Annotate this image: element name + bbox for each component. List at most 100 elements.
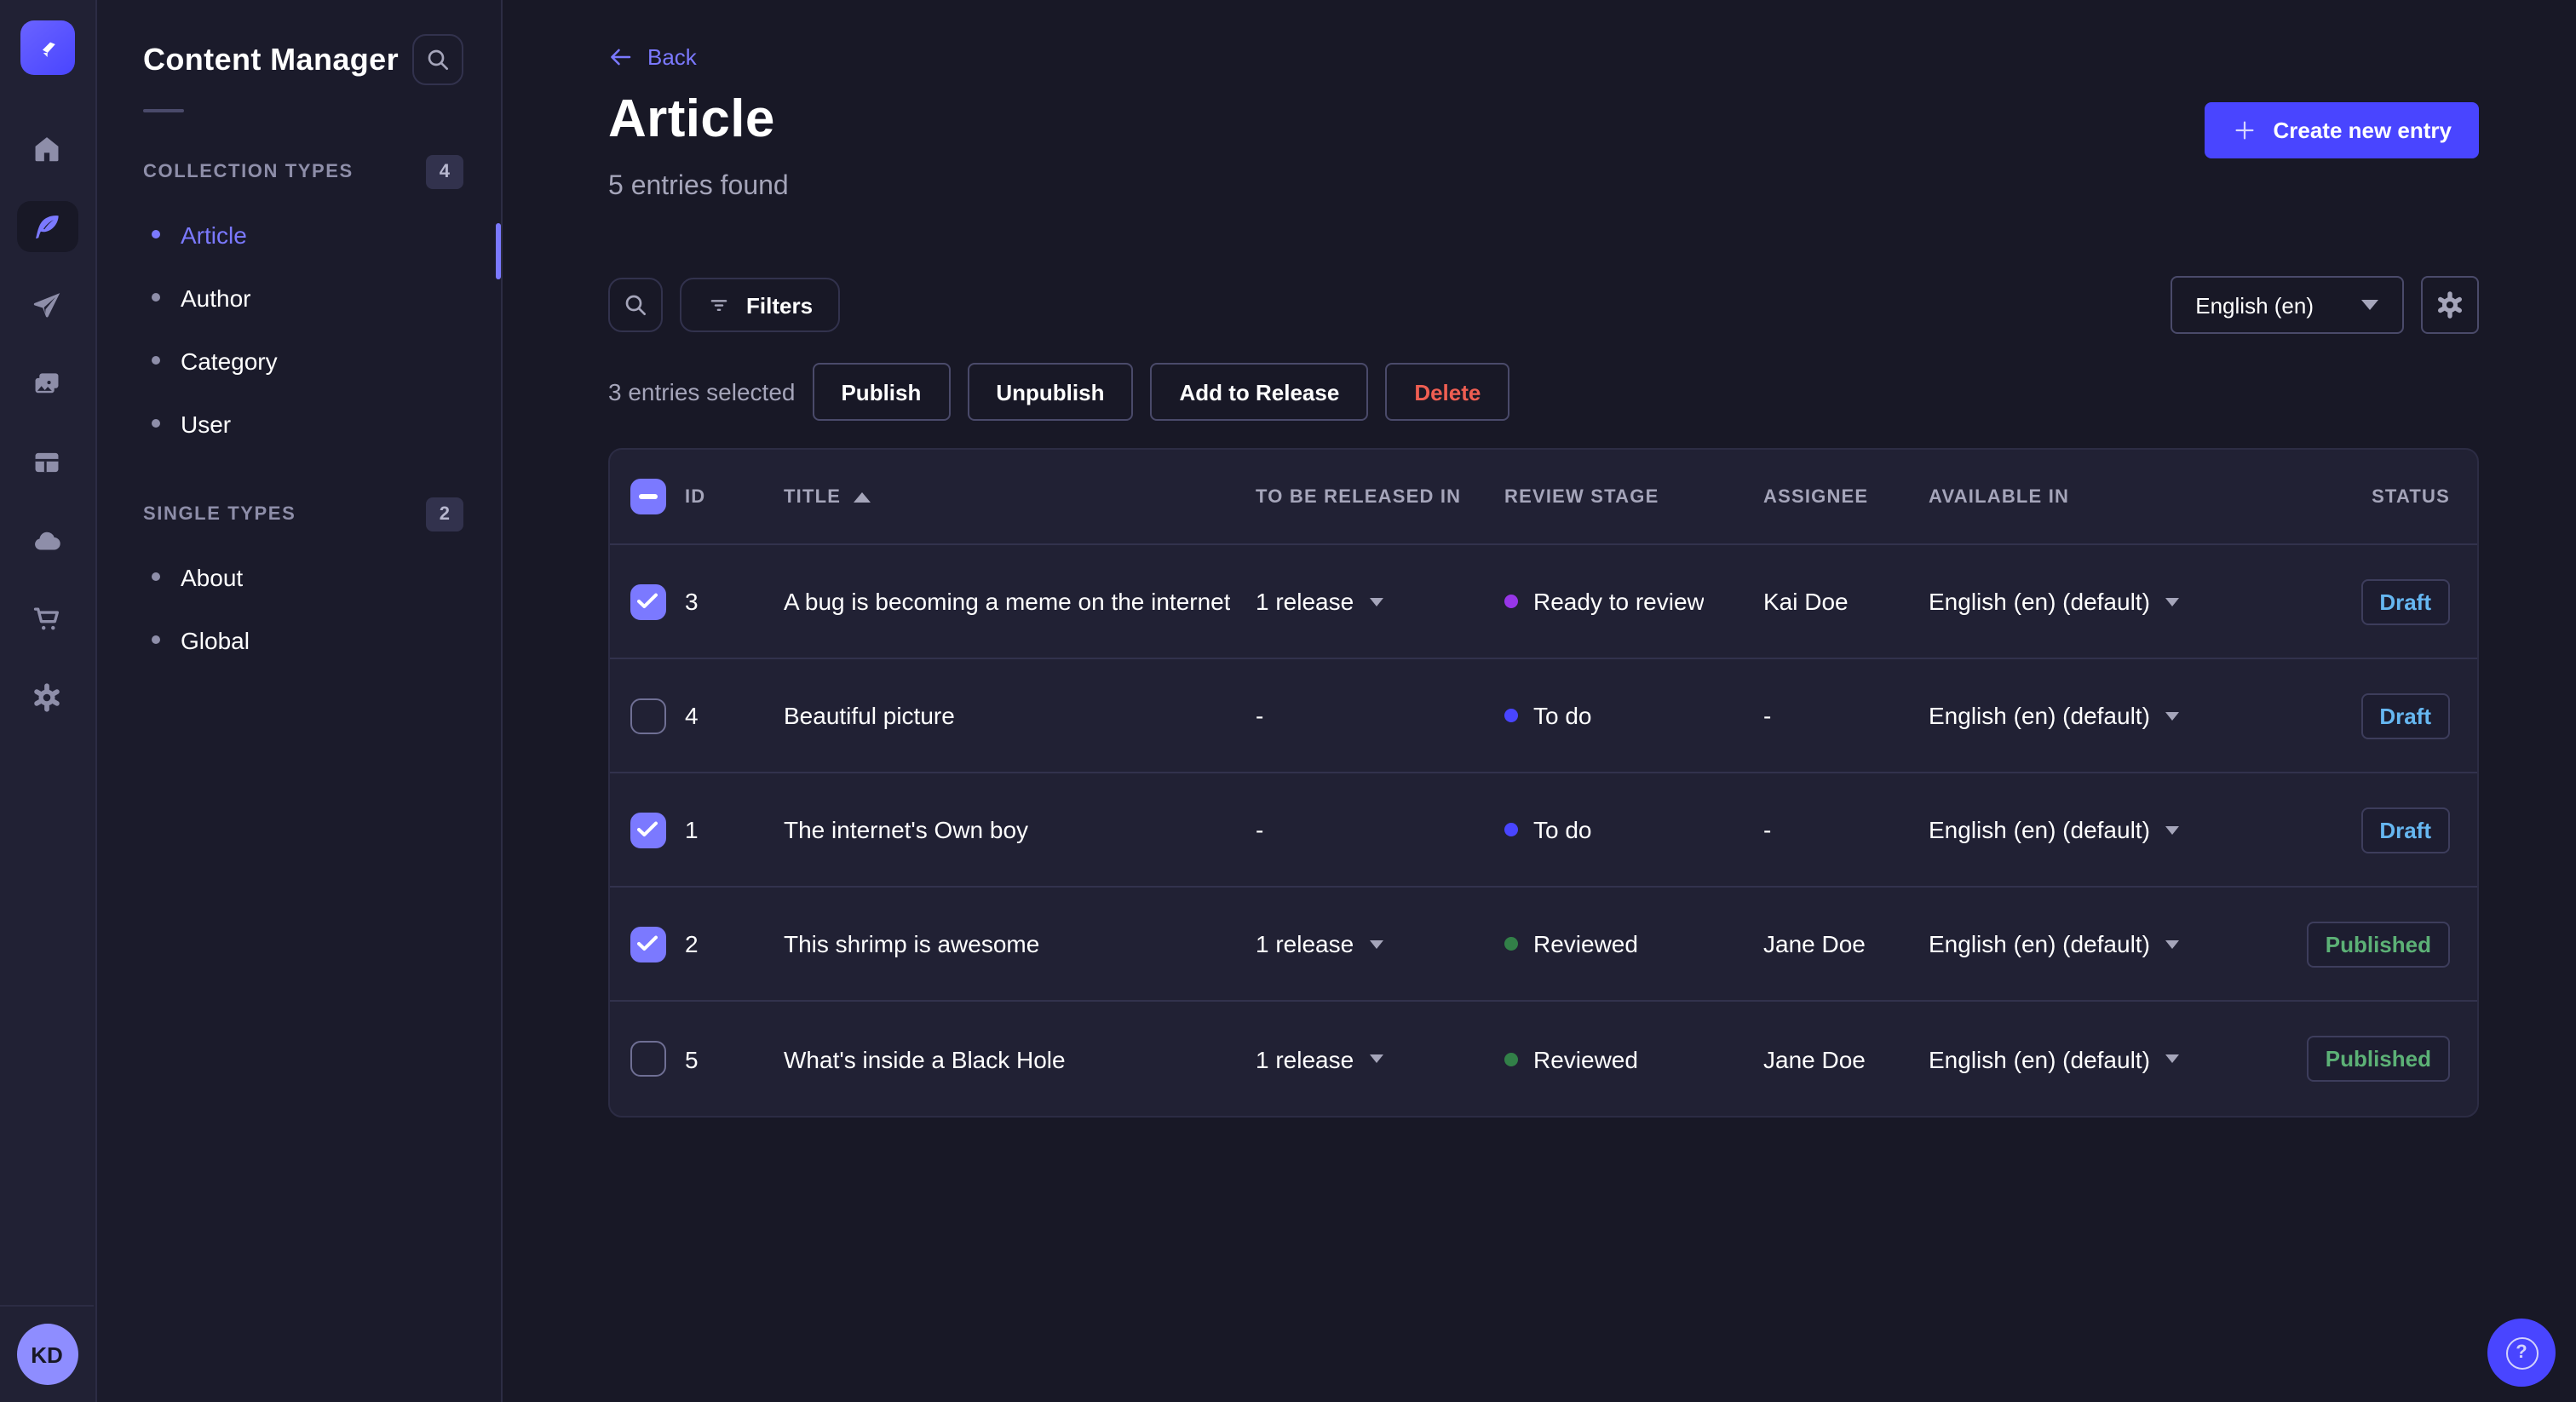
cell-id: 2 xyxy=(685,930,699,957)
content-type-builder-icon[interactable] xyxy=(16,436,78,487)
available-in-value: English (en) (default) xyxy=(1929,1045,2150,1072)
check-icon xyxy=(637,593,658,608)
release-value: 1 release xyxy=(1256,930,1354,957)
content-manager-icon[interactable] xyxy=(16,201,78,252)
cell-released-in[interactable]: - xyxy=(1256,816,1504,843)
sidebar-item-user[interactable]: User xyxy=(143,392,501,455)
column-header-id[interactable]: ID xyxy=(685,486,705,507)
search-icon xyxy=(625,295,646,315)
row-checkbox[interactable] xyxy=(630,583,665,619)
marketplace-icon[interactable] xyxy=(16,593,78,644)
chevron-down-icon xyxy=(1369,597,1383,606)
sidebar-item-about[interactable]: About xyxy=(143,545,501,608)
column-header-title[interactable]: TITLE xyxy=(784,486,841,507)
section-count-badge: 2 xyxy=(425,497,463,531)
strapi-logo[interactable] xyxy=(20,20,75,75)
cell-available-in[interactable]: English (en) (default) xyxy=(1929,702,2314,729)
cell-released-in[interactable]: - xyxy=(1256,702,1504,729)
stage-dot-icon xyxy=(1504,595,1518,608)
cell-released-in[interactable]: 1 release xyxy=(1256,588,1504,615)
cell-released-in[interactable]: 1 release xyxy=(1256,1045,1504,1072)
chevron-down-icon xyxy=(2165,1054,2179,1063)
section-label: SINGLE TYPES xyxy=(143,504,296,525)
sidebar-item-label: About xyxy=(181,563,244,590)
cell-review-stage: To do xyxy=(1504,816,1763,843)
status-badge: Draft xyxy=(2360,807,2450,853)
sidebar-search-button[interactable] xyxy=(412,34,463,85)
cell-assignee: - xyxy=(1763,702,1772,729)
check-icon xyxy=(637,935,658,951)
settings-icon[interactable] xyxy=(16,671,78,722)
stage-dot-icon xyxy=(1504,709,1518,722)
question-mark-icon: ? xyxy=(2505,1336,2538,1369)
content-manager-sidebar: Content Manager COLLECTION TYPES 4 Artic… xyxy=(97,0,503,1402)
sort-ascending-icon[interactable] xyxy=(853,491,871,502)
cell-available-in[interactable]: English (en) (default) xyxy=(1929,816,2314,843)
search-button[interactable] xyxy=(608,278,663,332)
table-row[interactable]: 5 What's inside a Black Hole 1 release R… xyxy=(610,1002,2477,1116)
help-button[interactable]: ? xyxy=(2487,1319,2556,1387)
deploy-icon[interactable] xyxy=(16,514,78,566)
back-link[interactable]: Back xyxy=(608,44,697,70)
cell-assignee: Jane Doe xyxy=(1763,1045,1866,1072)
chevron-down-icon xyxy=(2165,597,2179,606)
row-checkbox[interactable] xyxy=(630,812,665,848)
active-item-indicator xyxy=(496,223,501,279)
available-in-value: English (en) (default) xyxy=(1929,588,2150,615)
available-in-value: English (en) (default) xyxy=(1929,930,2150,957)
table-row[interactable]: 2 This shrimp is awesome 1 release Revie… xyxy=(610,888,2477,1002)
releases-icon[interactable] xyxy=(16,279,78,330)
check-icon xyxy=(637,821,658,836)
bullet-icon xyxy=(152,230,160,238)
cell-assignee: Kai Doe xyxy=(1763,588,1849,615)
row-checkbox[interactable] xyxy=(630,1041,665,1077)
column-header-status: STATUS xyxy=(2372,486,2450,507)
unpublish-button[interactable]: Unpublish xyxy=(967,363,1134,421)
cell-available-in[interactable]: English (en) (default) xyxy=(1929,588,2314,615)
create-new-entry-label: Create new entry xyxy=(2273,118,2452,143)
locale-value: English (en) xyxy=(2195,292,2314,318)
arrow-left-icon xyxy=(611,49,631,66)
release-value: - xyxy=(1256,816,1264,843)
table-row[interactable]: 3 A bug is becoming a meme on the intern… xyxy=(610,545,2477,659)
home-icon[interactable] xyxy=(16,123,78,174)
cell-review-stage: Reviewed xyxy=(1504,1045,1763,1072)
cell-title: A bug is becoming a meme on the internet xyxy=(784,588,1231,615)
release-value: 1 release xyxy=(1256,588,1354,615)
cell-released-in[interactable]: 1 release xyxy=(1256,930,1504,957)
sidebar-item-category[interactable]: Category xyxy=(143,329,501,392)
cell-available-in[interactable]: English (en) (default) xyxy=(1929,1045,2314,1072)
table-row[interactable]: 4 Beautiful picture - To do - English (e… xyxy=(610,659,2477,773)
stage-dot-icon xyxy=(1504,823,1518,836)
filters-button[interactable]: Filters xyxy=(680,278,841,332)
media-library-icon[interactable] xyxy=(16,358,78,409)
cell-available-in[interactable]: English (en) (default) xyxy=(1929,930,2314,957)
sidebar-item-author[interactable]: Author xyxy=(143,266,501,329)
sidebar-item-global[interactable]: Global xyxy=(143,608,501,671)
search-icon xyxy=(428,49,448,70)
user-avatar[interactable]: KD xyxy=(16,1324,78,1385)
locale-select[interactable]: English (en) xyxy=(2170,276,2404,334)
chevron-down-icon xyxy=(2165,711,2179,720)
main-content: Back Article 5 entries found Create new … xyxy=(503,0,2576,1402)
sidebar-item-article[interactable]: Article xyxy=(143,203,501,266)
sidebar-item-label: Global xyxy=(181,626,250,653)
publish-button[interactable]: Publish xyxy=(812,363,951,421)
section-label: COLLECTION TYPES xyxy=(143,162,354,182)
view-settings-button[interactable] xyxy=(2421,276,2479,334)
column-header-available-in: AVAILABLE IN xyxy=(1929,486,2070,507)
add-to-release-button[interactable]: Add to Release xyxy=(1150,363,1369,421)
sidebar-section: COLLECTION TYPES 4 Article Author Catego… xyxy=(97,155,501,455)
delete-button[interactable]: Delete xyxy=(1385,363,1510,421)
create-new-entry-button[interactable]: Create new entry xyxy=(2205,102,2479,158)
cell-review-stage: Reviewed xyxy=(1504,930,1763,957)
row-checkbox[interactable] xyxy=(630,698,665,733)
status-badge: Draft xyxy=(2360,692,2450,738)
cell-id: 5 xyxy=(685,1045,699,1072)
table-row[interactable]: 1 The internet's Own boy - To do - Engli… xyxy=(610,773,2477,888)
cell-id: 3 xyxy=(685,588,699,615)
app-window: KD Content Manager COLLECTION TYPES 4 Ar… xyxy=(0,0,2576,1402)
select-all-checkbox[interactable] xyxy=(630,479,665,514)
rail-icon-list xyxy=(0,123,94,722)
row-checkbox[interactable] xyxy=(630,926,665,962)
